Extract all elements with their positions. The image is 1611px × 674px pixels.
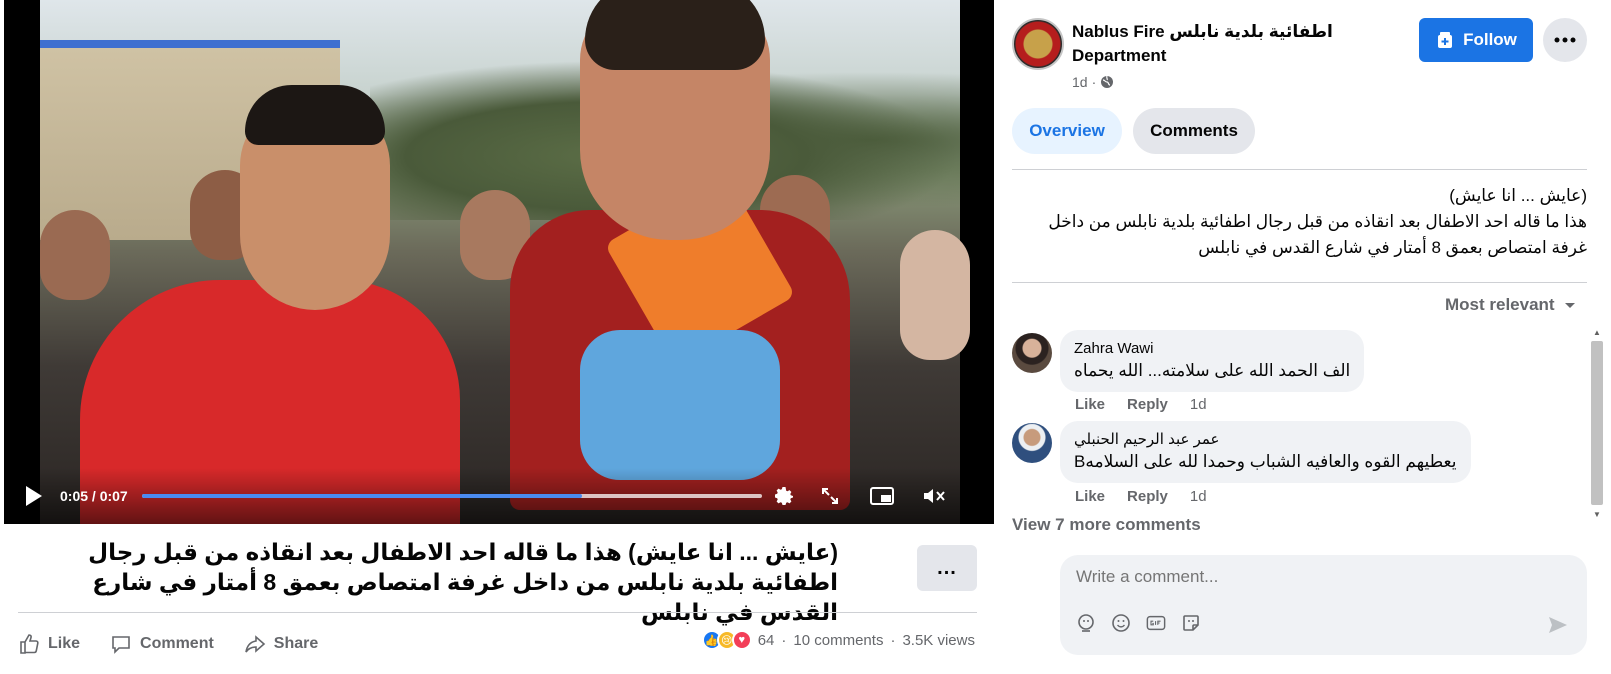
page-avatar[interactable]	[1012, 18, 1064, 70]
video-caption: (عايش ... انا عايش) هذا ما قاله احد الاط…	[88, 539, 838, 625]
comment-like-button[interactable]: Like	[1075, 488, 1105, 505]
send-icon[interactable]	[1547, 615, 1569, 640]
video-progress-bar[interactable]	[142, 494, 762, 498]
follow-label: Follow	[1463, 30, 1517, 49]
video-time: 0:05 / 0:07	[60, 488, 128, 504]
picture-in-picture-icon[interactable]	[868, 482, 896, 510]
post-text-line: (عايش ... انا عايش)	[1449, 186, 1587, 205]
comment-label: Comment	[140, 635, 214, 652]
video-controls: 0:05 / 0:07	[4, 468, 994, 524]
comment-reply-button[interactable]: Reply	[1127, 488, 1168, 505]
more-dots-icon	[1554, 37, 1576, 43]
stats-separator: ·	[781, 631, 787, 649]
sort-label: Most relevant	[1445, 295, 1555, 314]
video-progress-fill	[142, 494, 583, 498]
comment-count[interactable]: 10 comments	[793, 632, 883, 649]
sticker-icon[interactable]	[1181, 613, 1201, 633]
composer-tools	[1076, 613, 1216, 633]
scroll-up-arrow-icon[interactable]: ▲	[1589, 325, 1605, 339]
scroll-down-arrow-icon[interactable]: ▼	[1589, 507, 1605, 521]
comment-time[interactable]: 1d	[1190, 488, 1207, 505]
facebook-video-page: 0:05 / 0:07 (عايش ... انا عايش) هذا ما ق…	[0, 0, 1611, 674]
comment-composer	[1060, 555, 1587, 655]
tab-overview[interactable]: Overview	[1012, 108, 1122, 154]
divider	[1012, 169, 1587, 170]
comments-scrollbar[interactable]: ▲ ▼	[1589, 325, 1605, 530]
gear-icon[interactable]	[770, 482, 798, 510]
avatar-sticker-icon[interactable]	[1076, 613, 1096, 633]
avatar[interactable]	[1012, 333, 1052, 373]
divider	[18, 612, 977, 613]
avatar[interactable]	[1012, 423, 1052, 463]
comment-author[interactable]: عمر عبد الرحيم الحنبلي	[1074, 430, 1457, 450]
fullscreen-icon[interactable]	[816, 482, 844, 510]
video-frame	[40, 0, 970, 524]
view-more-comments-link[interactable]: View 7 more comments	[1012, 515, 1201, 535]
comment-icon	[112, 636, 130, 654]
comment-input[interactable]	[1076, 567, 1556, 587]
muted-volume-icon[interactable]	[920, 482, 948, 510]
follow-button[interactable]: Follow	[1419, 18, 1533, 62]
comment-actions: Like Reply 1d	[1075, 488, 1229, 505]
reaction-icons[interactable]: 👍 😢 ♥	[701, 630, 752, 650]
thumbs-up-icon	[20, 634, 39, 654]
comment-like-button[interactable]: Like	[1075, 396, 1105, 413]
view-count: 3.5K views	[902, 631, 975, 649]
comment-author[interactable]: Zahra Wawi	[1074, 339, 1350, 359]
love-reaction-icon: ♥	[731, 630, 752, 650]
more-actions-button[interactable]	[1543, 18, 1587, 62]
comment-text: يعطيهم القوه والعافيه الشباب وحمدا لله ع…	[1074, 452, 1457, 471]
post-stats: 👍 😢 ♥ 64 · 10 comments · 3.5K views	[701, 630, 975, 650]
comment-reply-button[interactable]: Reply	[1127, 396, 1168, 413]
comment-bubble: Zahra Wawi الف الحمد الله على سلامته... …	[1060, 330, 1365, 392]
comment-sort-dropdown[interactable]: Most relevant	[1445, 295, 1577, 315]
share-button[interactable]: Share	[244, 633, 318, 655]
comment-bubble: عمر عبد الرحيم الحنبلي يعطيهم القوه والع…	[1060, 421, 1471, 483]
divider	[1012, 282, 1587, 283]
share-icon	[245, 635, 266, 653]
comment-time[interactable]: 1d	[1190, 396, 1207, 413]
gif-icon[interactable]	[1146, 613, 1166, 633]
caret-down-icon	[1564, 303, 1575, 308]
meta-separator: ·	[1091, 74, 1097, 90]
page-name[interactable]: Nablus Fire اطفائية بلدية نابلس Departme…	[1072, 20, 1372, 68]
comment-actions: Like Reply 1d	[1075, 396, 1229, 413]
comment-button[interactable]: Comment	[110, 633, 214, 655]
scroll-thumb[interactable]	[1591, 341, 1603, 505]
post-meta: 1d ·	[1072, 74, 1114, 90]
add-page-icon	[1438, 32, 1453, 48]
post-time[interactable]: 1d	[1072, 74, 1088, 90]
reaction-count[interactable]: 64	[758, 632, 775, 649]
video-player[interactable]: 0:05 / 0:07	[4, 0, 994, 524]
comment-text: الف الحمد الله على سلامته... الله يحماه	[1074, 361, 1351, 380]
like-button[interactable]: Like	[18, 633, 80, 655]
emoji-icon[interactable]	[1111, 613, 1131, 633]
post-actions: Like Comment Share	[18, 628, 348, 660]
share-label: Share	[273, 635, 319, 652]
stats-separator: ·	[890, 631, 896, 649]
post-description: (عايش ... انا عايش) هذا ما قاله احد الاط…	[1012, 183, 1587, 261]
tab-comments[interactable]: Comments	[1133, 108, 1255, 154]
play-icon[interactable]	[26, 486, 42, 506]
globe-icon	[1101, 75, 1114, 88]
like-label: Like	[48, 635, 81, 652]
post-text-body: هذا ما قاله احد الاطفال بعد انقاذه من قب…	[1048, 212, 1587, 257]
more-options-button[interactable]: ...	[917, 545, 977, 591]
